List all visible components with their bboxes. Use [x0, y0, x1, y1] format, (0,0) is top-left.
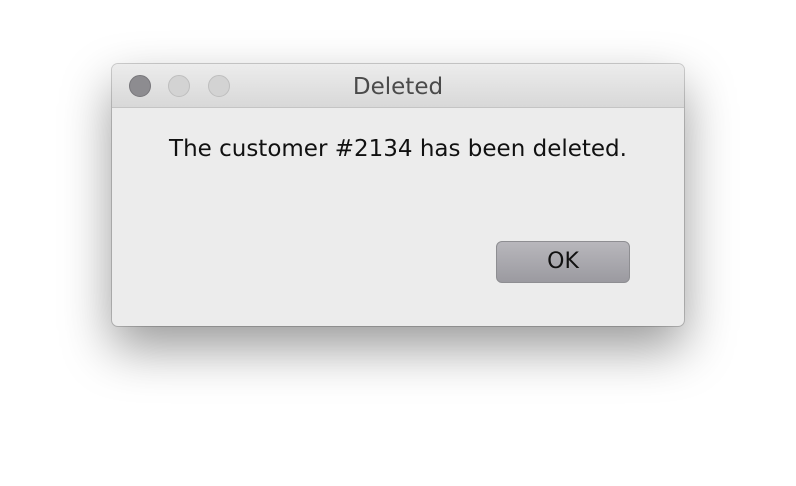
dialog-title: Deleted: [352, 74, 444, 100]
desktop-background: Deleted The customer #2134 has been dele…: [0, 0, 796, 486]
dialog-content: The customer #2134 has been deleted. OK: [112, 108, 684, 326]
alert-dialog: Deleted The customer #2134 has been dele…: [112, 64, 684, 326]
title-bar[interactable]: Deleted: [112, 64, 684, 108]
ok-button[interactable]: OK: [496, 241, 630, 283]
dialog-message: The customer #2134 has been deleted.: [169, 136, 627, 162]
